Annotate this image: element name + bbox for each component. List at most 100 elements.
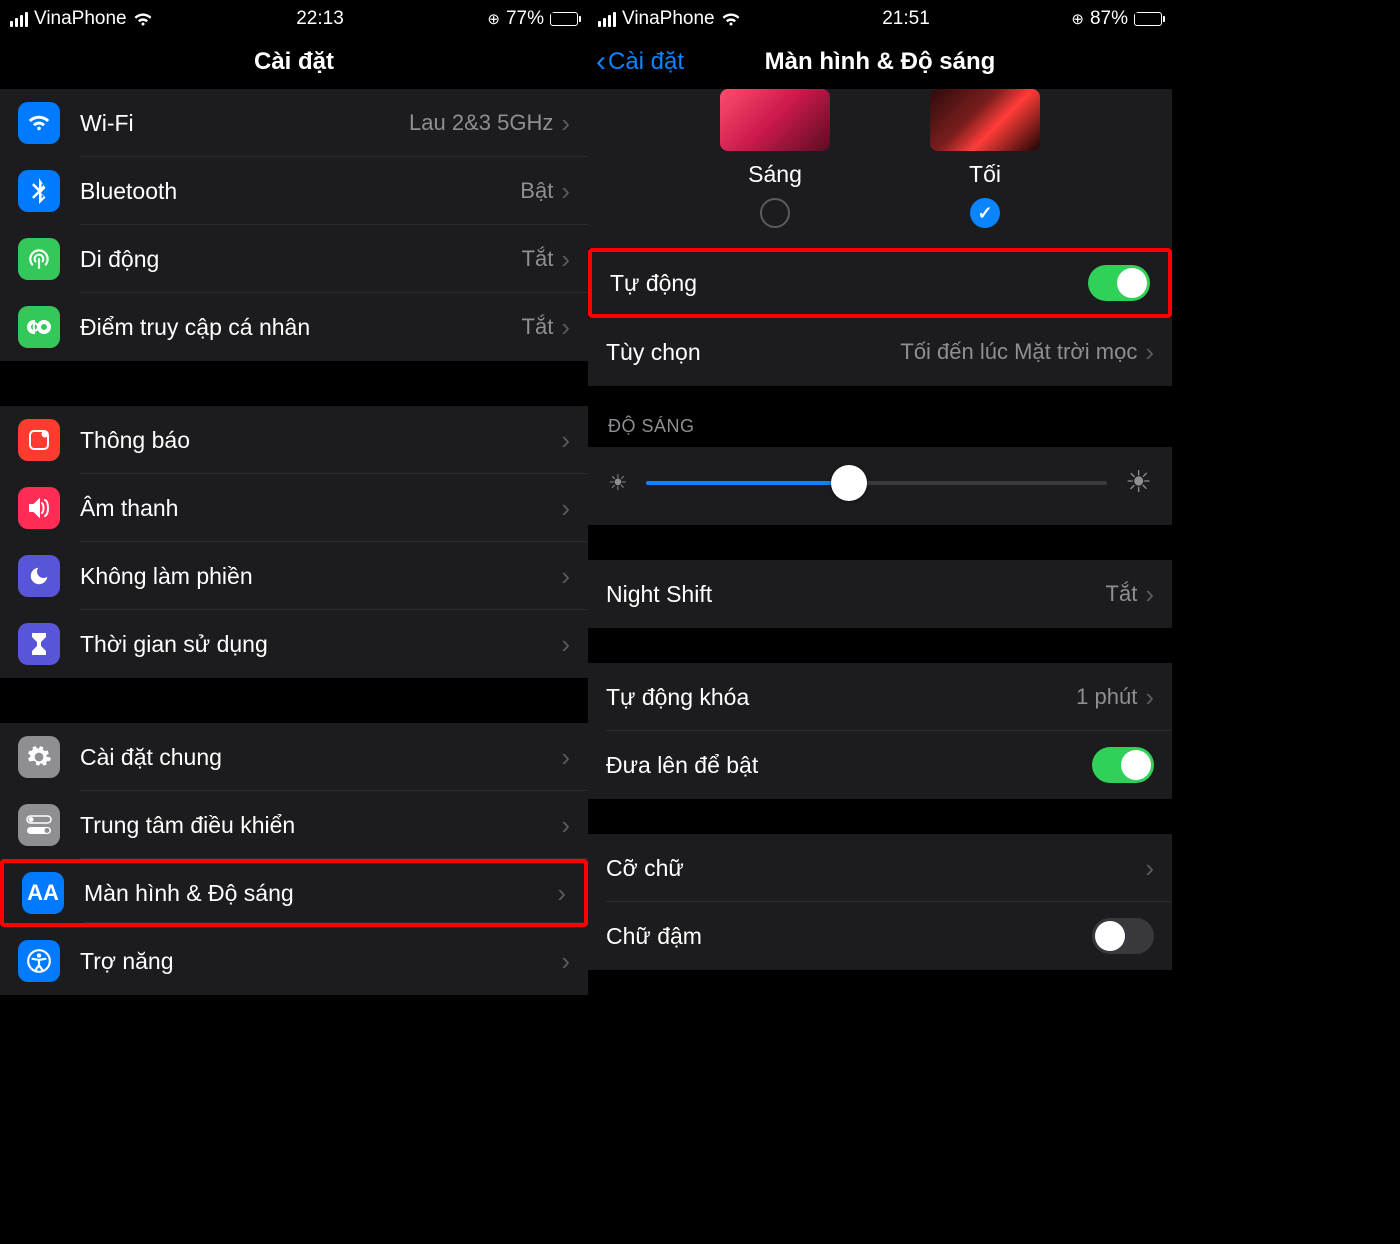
- signal-icon: [598, 12, 616, 27]
- chevron-right-icon: ›: [561, 629, 570, 660]
- back-label: Cài đặt: [608, 48, 684, 76]
- chevron-right-icon: ›: [561, 810, 570, 841]
- battery-percent: 87%: [1090, 8, 1128, 30]
- chevron-right-icon: ›: [561, 312, 570, 343]
- page-title: Màn hình & Độ sáng: [765, 48, 996, 76]
- text-size-icon: AA: [22, 872, 64, 914]
- chevron-right-icon: ›: [561, 493, 570, 524]
- row-bluetooth[interactable]: Bluetooth Bật ›: [0, 157, 588, 225]
- row-value: Bật: [520, 178, 553, 204]
- wifi-icon: [18, 102, 60, 144]
- row-cellular[interactable]: Di động Tắt ›: [0, 225, 588, 293]
- automatic-toggle[interactable]: [1088, 265, 1150, 301]
- dark-thumbnail: [930, 89, 1040, 151]
- radio-unchecked-icon[interactable]: [760, 198, 790, 228]
- row-label: Đưa lên để bật: [606, 752, 1092, 779]
- raise-toggle[interactable]: [1092, 747, 1154, 783]
- row-label: Tùy chọn: [606, 339, 900, 366]
- bluetooth-icon: [18, 170, 60, 212]
- row-display-brightness[interactable]: AA Màn hình & Độ sáng ›: [0, 859, 588, 927]
- chevron-right-icon: ›: [561, 946, 570, 977]
- row-label: Tự động khóa: [606, 684, 1076, 711]
- brightness-header: ĐỘ SÁNG: [588, 386, 1172, 447]
- row-label: Điểm truy cập cá nhân: [80, 314, 522, 341]
- battery-percent: 77%: [506, 8, 544, 30]
- row-value: Tắt: [1106, 581, 1138, 607]
- row-label: Thông báo: [80, 427, 561, 454]
- toggle-icon: [18, 804, 60, 846]
- row-auto-lock[interactable]: Tự động khóa 1 phút ›: [588, 663, 1172, 731]
- row-value: Tối đến lúc Mặt trời mọc: [900, 339, 1137, 365]
- rotation-lock-icon: ⊕: [487, 10, 500, 28]
- status-bar: VinaPhone 21:51 ⊕ 87%: [588, 0, 1172, 34]
- row-label: Không làm phiền: [80, 563, 561, 590]
- sun-small-icon: ☀: [608, 470, 628, 496]
- row-value: Tắt: [522, 314, 554, 340]
- row-label: Chữ đậm: [606, 923, 1092, 950]
- settings-root-screen: VinaPhone 22:13 ⊕ 77% Cài đặt Wi-Fi Lau: [0, 0, 588, 1244]
- chevron-right-icon: ›: [1145, 682, 1154, 713]
- status-bar: VinaPhone 22:13 ⊕ 77%: [0, 0, 588, 34]
- wifi-icon: [133, 12, 153, 27]
- row-value: Tắt: [522, 246, 554, 272]
- back-button[interactable]: ‹ Cài đặt: [596, 47, 684, 77]
- moon-icon: [18, 555, 60, 597]
- row-control-center[interactable]: Trung tâm điều khiển ›: [0, 791, 588, 859]
- appearance-light[interactable]: Sáng: [720, 89, 830, 228]
- sound-icon: [18, 487, 60, 529]
- chevron-right-icon: ›: [561, 108, 570, 139]
- row-general[interactable]: Cài đặt chung ›: [0, 723, 588, 791]
- row-sound[interactable]: Âm thanh ›: [0, 474, 588, 542]
- row-hotspot[interactable]: Điểm truy cập cá nhân Tắt ›: [0, 293, 588, 361]
- row-label: Màn hình & Độ sáng: [84, 880, 557, 907]
- battery-icon: [1134, 12, 1162, 26]
- dual-screenshot-container: VinaPhone 22:13 ⊕ 77% Cài đặt Wi-Fi Lau: [0, 0, 1400, 1244]
- row-accessibility[interactable]: Trợ năng ›: [0, 927, 588, 995]
- chevron-right-icon: ›: [561, 176, 570, 207]
- row-wifi[interactable]: Wi-Fi Lau 2&3 5GHz ›: [0, 89, 588, 157]
- brightness-slider[interactable]: [646, 481, 1107, 485]
- gear-icon: [18, 736, 60, 778]
- row-label: Cỡ chữ: [606, 855, 1145, 882]
- radio-checked-icon[interactable]: [970, 198, 1000, 228]
- signal-icon: [10, 12, 28, 27]
- row-label: Âm thanh: [80, 495, 561, 522]
- row-automatic[interactable]: Tự động: [592, 252, 1168, 314]
- nav-bar: ‹ Cài đặt Màn hình & Độ sáng: [588, 34, 1172, 89]
- row-options[interactable]: Tùy chọn Tối đến lúc Mặt trời mọc ›: [588, 318, 1172, 386]
- row-text-size[interactable]: Cỡ chữ ›: [588, 834, 1172, 902]
- clock: 22:13: [296, 8, 344, 30]
- row-label: Bluetooth: [80, 178, 520, 205]
- chevron-right-icon: ›: [561, 561, 570, 592]
- brightness-slider-row: ☀ ☀: [588, 447, 1172, 525]
- light-thumbnail: [720, 89, 830, 151]
- row-night-shift[interactable]: Night Shift Tắt ›: [588, 560, 1172, 628]
- row-label: Cài đặt chung: [80, 744, 561, 771]
- row-bold-text[interactable]: Chữ đậm: [588, 902, 1172, 970]
- appearance-dark[interactable]: Tối: [930, 89, 1040, 228]
- row-label: Di động: [80, 246, 522, 273]
- clock: 21:51: [882, 8, 930, 30]
- row-label: Trợ năng: [80, 948, 561, 975]
- carrier-label: VinaPhone: [622, 8, 715, 30]
- nav-bar: Cài đặt: [0, 34, 588, 89]
- row-label: Thời gian sử dụng: [80, 631, 561, 658]
- automatic-highlight: Tự động: [588, 248, 1172, 318]
- chevron-right-icon: ›: [1145, 853, 1154, 884]
- cellular-icon: [18, 238, 60, 280]
- row-notifications[interactable]: Thông báo ›: [0, 406, 588, 474]
- chevron-right-icon: ›: [1145, 579, 1154, 610]
- row-label: Night Shift: [606, 581, 1106, 608]
- chevron-right-icon: ›: [561, 425, 570, 456]
- chevron-right-icon: ›: [561, 742, 570, 773]
- page-title: Cài đặt: [254, 48, 334, 76]
- row-value: Lau 2&3 5GHz: [409, 110, 553, 136]
- notifications-icon: [18, 419, 60, 461]
- sun-large-icon: ☀: [1125, 465, 1152, 500]
- bold-text-toggle[interactable]: [1092, 918, 1154, 954]
- chevron-right-icon: ›: [1145, 337, 1154, 368]
- row-raise-to-wake[interactable]: Đưa lên để bật: [588, 731, 1172, 799]
- row-value: 1 phút: [1076, 684, 1137, 710]
- row-dnd[interactable]: Không làm phiền ›: [0, 542, 588, 610]
- row-screentime[interactable]: Thời gian sử dụng ›: [0, 610, 588, 678]
